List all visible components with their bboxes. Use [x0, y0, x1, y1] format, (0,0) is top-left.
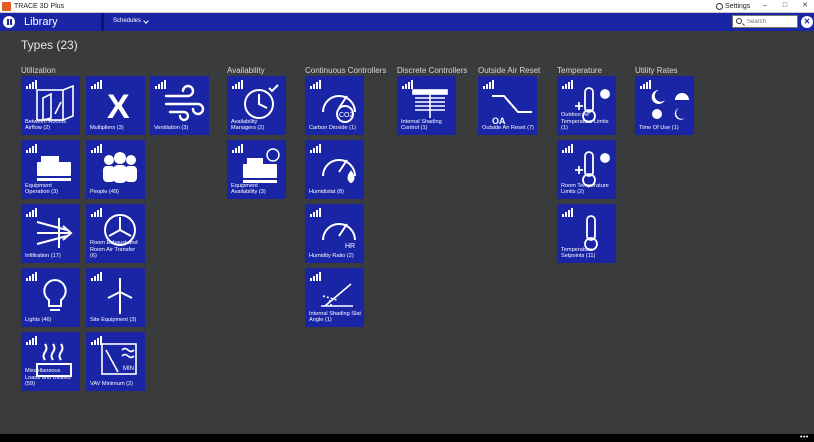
tile-outside-air-reset[interactable]: OA Outside Air Reset (7): [478, 76, 537, 135]
maximize-button[interactable]: □: [777, 0, 793, 12]
tile-label: Equipment Operation (3): [25, 182, 58, 196]
tile-internal-shading-slat-angle[interactable]: Internal Shading Slat Angle (1): [305, 268, 364, 327]
page-title: Types (23): [21, 38, 78, 52]
tile-label: Temperature Setpoints (11): [561, 246, 596, 260]
chevron-down-icon: [143, 17, 149, 24]
page-header-title: Library: [24, 16, 58, 28]
category-availability: Availability: [227, 66, 265, 75]
tile-humidistat[interactable]: Humidistat (8): [305, 140, 364, 199]
tile-label: Time Of Use (1): [639, 125, 679, 132]
tile-infiltration[interactable]: Infiltration (17): [21, 204, 80, 263]
tile-room-exhaust[interactable]: Room Exhaust and Room Air Transfer (6): [86, 204, 145, 263]
svg-text:HR: HR: [345, 243, 355, 250]
tile-lights[interactable]: Lights (46): [21, 268, 80, 327]
header-divider: [101, 13, 104, 31]
vav-min-icon: MIN: [98, 340, 142, 382]
tile-label: Internal Shading Control (1): [401, 118, 442, 132]
tile-outdoor-air-temp-limits[interactable]: Outdoor Air Temperature Limits (1): [557, 76, 616, 135]
tile-label: Infiltration (17): [25, 253, 61, 260]
app-icon: [2, 2, 11, 11]
category-outside-air-reset: Outside Air Reset: [478, 66, 541, 75]
wind-icon: [162, 84, 206, 126]
category-continuous-controllers: Continuous Controllers: [305, 66, 387, 75]
tile-multipliers[interactable]: X Multipliers (3): [86, 76, 145, 135]
tile-site-equipment[interactable]: Site Equipment (3): [86, 268, 145, 327]
tile-humidity-ratio[interactable]: HR Humidity Ratio (2): [305, 204, 364, 263]
tile-label: People (49): [90, 189, 119, 196]
tile-misc-loads[interactable]: Miscellaneous Loads and Utilities (59): [21, 332, 80, 391]
tile-label: Site Equipment (3): [90, 317, 137, 324]
tile-temperature-setpoints[interactable]: Temperature Setpoints (11): [557, 204, 616, 263]
svg-text:X: X: [107, 88, 130, 126]
tile-label: Miscellaneous Loads and Utilities (59): [25, 368, 71, 388]
tile-people[interactable]: People (49): [86, 140, 145, 199]
people-icon: [98, 148, 142, 190]
tile-equipment-operation[interactable]: Equipment Operation (3): [21, 140, 80, 199]
tile-label: Humidity Ratio (2): [309, 253, 354, 260]
svg-text:MIN: MIN: [123, 366, 134, 372]
tile-label: Availability Managers (2): [231, 118, 265, 132]
tile-internal-shading-control[interactable]: Internal Shading Control (1): [397, 76, 456, 135]
humidity-ratio-gauge-icon: HR: [317, 212, 361, 254]
bottom-app-bar: •••: [0, 434, 814, 442]
multiply-icon: X: [98, 84, 142, 126]
tile-label: Equipment Availability (3): [231, 182, 266, 196]
tile-label: Carbon Dioxide (1): [309, 125, 356, 132]
nav-pause-icon[interactable]: [3, 16, 15, 28]
tile-label: Outdoor Air Temperature Limits (1): [561, 112, 609, 132]
wind-turbine-icon: [98, 276, 142, 318]
tile-label: Outside Air Reset (7): [482, 125, 534, 132]
tile-equipment-availability[interactable]: Equipment Availability (3): [227, 140, 286, 199]
tile-label: VAV Minimum (2): [90, 381, 133, 388]
category-discrete-controllers: Discrete Controllers: [397, 66, 468, 75]
schedules-dropdown[interactable]: Schedules: [113, 17, 149, 26]
close-library-button[interactable]: ✕: [801, 16, 813, 28]
window-title: TRACE 3D Plus: [14, 3, 65, 10]
lightbulb-icon: [33, 276, 77, 318]
tile-label: Internal Shading Slat Angle (1): [309, 310, 361, 324]
minimize-button[interactable]: –: [757, 0, 773, 12]
tile-carbon-dioxide[interactable]: CO2 Carbon Dioxide (1): [305, 76, 364, 135]
window-close-button[interactable]: ✕: [797, 0, 813, 12]
infiltration-icon: [33, 212, 77, 254]
tile-availability-managers[interactable]: Availability Managers (2): [227, 76, 286, 135]
tile-time-of-use[interactable]: Time Of Use (1): [635, 76, 694, 135]
tile-vav-minimum[interactable]: MIN VAV Minimum (2): [86, 332, 145, 391]
svg-text:CO2: CO2: [339, 112, 354, 119]
search-box[interactable]: [732, 15, 798, 28]
tile-ventilation[interactable]: Ventilation (3): [150, 76, 209, 135]
settings-button[interactable]: Settings: [716, 1, 750, 12]
tile-room-temp-limits[interactable]: Room Temperature Limits (2): [557, 140, 616, 199]
settings-label: Settings: [725, 3, 751, 10]
search-input[interactable]: [747, 17, 797, 27]
tile-label: Humidistat (8): [309, 189, 344, 196]
schedules-label: Schedules: [113, 18, 142, 24]
category-utility-rates: Utility Rates: [635, 66, 678, 75]
tile-label: Multipliers (3): [90, 125, 124, 132]
window-title-bar: TRACE 3D Plus Settings – □ ✕: [0, 0, 814, 13]
tile-label: Ventilation (3): [154, 125, 189, 132]
oa-reset-curve-icon: OA: [490, 84, 534, 126]
tile-between-rooms-airflow[interactable]: Between Rooms Airflow (2): [21, 76, 80, 135]
category-temperature: Temperature: [557, 66, 602, 75]
search-icon: [736, 18, 742, 24]
more-options-icon[interactable]: •••: [800, 434, 809, 441]
gear-icon: [716, 3, 723, 10]
app-header: Library Schedules ✕: [0, 13, 814, 31]
humidistat-gauge-icon: [317, 148, 361, 190]
category-utilization: Utilization: [21, 66, 56, 75]
tile-label: Between Rooms Airflow (2): [25, 118, 67, 132]
co2-gauge-icon: CO2: [317, 84, 361, 126]
tile-label: Lights (46): [25, 317, 52, 324]
tile-label: Room Exhaust and Room Air Transfer (6): [90, 240, 138, 260]
tile-label: Room Temperature Limits (2): [561, 182, 609, 196]
day-night-icon: [647, 84, 691, 126]
